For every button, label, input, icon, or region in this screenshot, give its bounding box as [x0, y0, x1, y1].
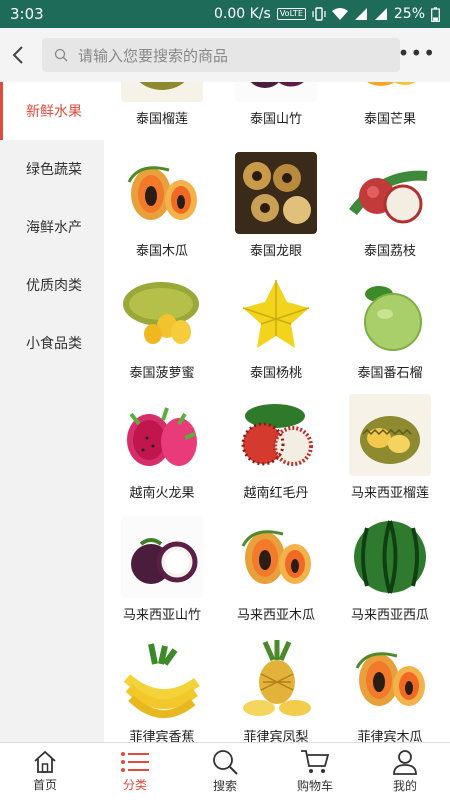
product-card[interactable]: 泰国榴莲: [112, 82, 212, 127]
product-image: [121, 516, 203, 598]
product-image: [349, 274, 431, 356]
product-image: [235, 516, 317, 598]
product-name: 泰国榴莲: [135, 112, 188, 127]
product-name: 马来西亚山竹: [122, 608, 201, 623]
back-button[interactable]: [0, 28, 36, 82]
product-image: [121, 274, 203, 356]
product-name: 泰国山竹: [249, 112, 302, 127]
battery-icon: [431, 6, 440, 22]
product-image: [349, 82, 431, 102]
search-icon: [54, 48, 68, 62]
product-name: 越南红毛丹: [243, 486, 309, 501]
product-card[interactable]: 泰国山竹: [226, 82, 326, 127]
product-image: [121, 394, 203, 476]
product-card[interactable]: 泰国荔枝: [340, 152, 440, 259]
product-name: 泰国荔枝: [363, 244, 416, 259]
sidebar-item-vegetables[interactable]: 绿色蔬菜: [0, 140, 104, 198]
product-card[interactable]: 泰国番石榴: [340, 274, 440, 381]
product-image: [349, 394, 431, 476]
tab-search[interactable]: 搜索: [180, 743, 270, 800]
product-image: [235, 638, 317, 720]
search-header: 请输入您要搜索的商品 •••: [0, 28, 450, 82]
product-card[interactable]: 泰国龙眼: [226, 152, 326, 259]
product-name: 马来西亚榴莲: [350, 486, 429, 501]
battery-level: 25%: [393, 6, 425, 22]
product-name: 泰国杨桃: [249, 366, 302, 381]
signal-icon: [354, 8, 367, 20]
tab-cart[interactable]: 购物车: [270, 743, 360, 800]
product-image: [235, 82, 317, 102]
sidebar-item-meat[interactable]: 优质肉类: [0, 256, 104, 314]
product-name: 泰国龙眼: [249, 244, 302, 259]
product-name: 菲律宾凤梨: [243, 730, 309, 742]
product-image: [235, 274, 317, 356]
product-card[interactable]: 越南红毛丹: [226, 394, 326, 501]
search-placeholder: 请输入您要搜索的商品: [78, 46, 229, 65]
product-image: [121, 152, 203, 234]
product-card[interactable]: 泰国杨桃: [226, 274, 326, 381]
tab-home[interactable]: 首页: [0, 743, 90, 800]
chevron-left-icon: [12, 46, 23, 64]
product-card[interactable]: 菲律宾凤梨: [226, 638, 326, 742]
product-name: 马来西亚木瓜: [236, 608, 315, 623]
status-time: 3:03: [10, 5, 44, 23]
product-image: [121, 82, 203, 102]
product-card[interactable]: 泰国菠萝蜜: [112, 274, 212, 381]
product-image: [235, 394, 317, 476]
product-image: [349, 152, 431, 234]
product-card[interactable]: 马来西亚木瓜: [226, 516, 326, 623]
wifi-icon: [331, 8, 348, 20]
sidebar-item-snacks[interactable]: 小食品类: [0, 314, 104, 372]
vibrate-icon: [312, 7, 326, 21]
product-card[interactable]: 菲律宾香蕉: [112, 638, 212, 742]
home-icon: [34, 750, 56, 773]
search-input[interactable]: 请输入您要搜索的商品: [42, 38, 400, 72]
product-name: 泰国番石榴: [357, 366, 423, 381]
product-card[interactable]: 泰国芒果: [340, 82, 440, 127]
user-icon: [393, 750, 417, 775]
product-card[interactable]: 泰国木瓜: [112, 152, 212, 259]
product-image: [235, 152, 317, 234]
product-name: 泰国芒果: [363, 112, 416, 127]
network-speed: 0.00 K/s: [214, 6, 271, 22]
product-card[interactable]: 马来西亚山竹: [112, 516, 212, 623]
product-name: 泰国菠萝蜜: [129, 366, 195, 381]
tab-category[interactable]: 分类: [90, 743, 180, 800]
product-name: 泰国木瓜: [135, 244, 188, 259]
product-card[interactable]: 马来西亚西瓜: [340, 516, 440, 623]
list-icon: [121, 752, 149, 772]
product-name: 菲律宾香蕉: [129, 730, 195, 742]
product-card[interactable]: 菲律宾木瓜: [340, 638, 440, 742]
product-image: [349, 516, 431, 598]
sidebar-item-seafood[interactable]: 海鲜水产: [0, 198, 104, 256]
product-image: [121, 638, 203, 720]
volte-badge: VoLTE: [276, 8, 306, 20]
signal-icon: [374, 8, 387, 20]
search-icon: [213, 750, 238, 775]
category-sidebar: 新鲜水果 绿色蔬菜 海鲜水产 优质肉类 小食品类: [0, 82, 104, 742]
product-card[interactable]: 马来西亚榴莲: [340, 394, 440, 501]
product-card[interactable]: 越南火龙果: [112, 394, 212, 501]
tab-profile[interactable]: 我的: [360, 743, 450, 800]
product-grid: 泰国榴莲 泰国山竹 泰国芒果泰国木瓜 泰国龙眼 泰国荔枝泰国菠萝蜜 泰国杨桃 泰国番石榴越南…: [104, 82, 450, 742]
bottom-tab-bar: 首页 分类 搜索 购物车 我的: [0, 742, 450, 800]
sidebar-item-fresh-fruit[interactable]: 新鲜水果: [0, 82, 104, 140]
product-image: [349, 638, 431, 720]
product-name: 马来西亚西瓜: [350, 608, 429, 623]
status-bar: 3:03 0.00 K/s VoLTE 25%: [0, 0, 450, 28]
more-menu-button[interactable]: •••: [398, 43, 436, 63]
product-name: 菲律宾木瓜: [357, 730, 423, 742]
product-name: 越南火龙果: [129, 486, 195, 501]
cart-icon: [301, 750, 330, 773]
